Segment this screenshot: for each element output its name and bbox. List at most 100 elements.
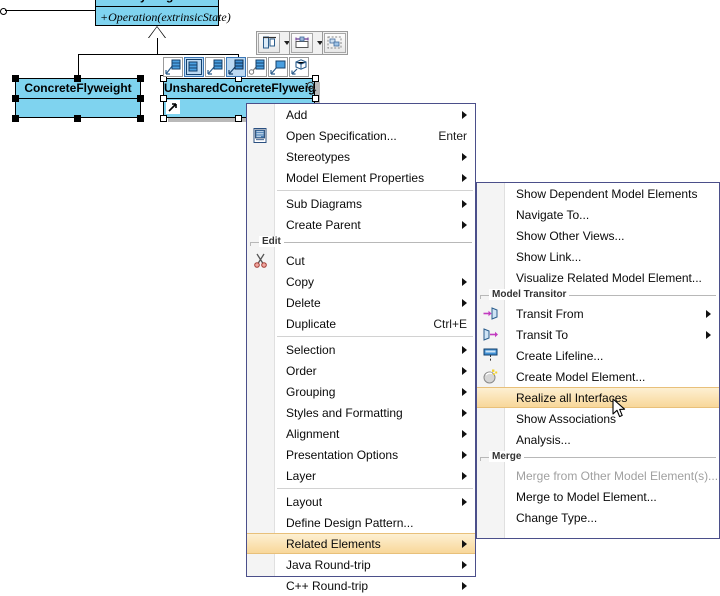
selection-handle[interactable] bbox=[12, 115, 19, 122]
menu-item-label: Presentation Options bbox=[286, 447, 399, 462]
menu-item-alignment[interactable]: Alignment bbox=[247, 423, 475, 444]
menu-item-transit-to[interactable]: Transit To bbox=[477, 324, 719, 345]
menu-item-layout[interactable]: Layout bbox=[247, 491, 475, 512]
association-to-resource-icon[interactable] bbox=[226, 57, 246, 77]
dependency-resource-icon[interactable] bbox=[247, 57, 267, 77]
menu-item-shortcut: Ctrl+E bbox=[433, 316, 467, 331]
menu-item-label: Transit To bbox=[516, 327, 569, 342]
selection-handle-secondary[interactable] bbox=[160, 115, 167, 122]
menu-item-label: Styles and Formatting bbox=[286, 405, 403, 420]
menu-item-label: Merge to Model Element... bbox=[516, 489, 657, 504]
menu-item-label: Grouping bbox=[286, 384, 336, 399]
menu-item-analysis[interactable]: Analysis... bbox=[477, 429, 719, 450]
menu-item-visualize-related-model-element[interactable]: Visualize Related Model Element... bbox=[477, 267, 719, 288]
menu-item-model-element-properties[interactable]: Model Element Properties bbox=[247, 167, 475, 188]
menu-item-show-dependent-model-elements[interactable]: Show Dependent Model Elements bbox=[477, 183, 719, 204]
menu-item-related-elements[interactable]: Related Elements bbox=[247, 533, 475, 554]
submenu-arrow-icon bbox=[462, 277, 467, 286]
menu-item-transit-from[interactable]: Transit From bbox=[477, 303, 719, 324]
selection-handle[interactable] bbox=[137, 75, 144, 82]
menu-item-label: Navigate To... bbox=[516, 207, 590, 222]
uml-class-flyweight[interactable]: Flyweight +Operation(extrinsicState) bbox=[95, 0, 231, 26]
menu-item-label: Sub Diagrams bbox=[286, 196, 363, 211]
menu-item-create-lifeline[interactable]: Create Lifeline... bbox=[477, 345, 719, 366]
menu-item-sub-diagrams[interactable]: Sub Diagrams bbox=[247, 193, 475, 214]
menu-item-grouping[interactable]: Grouping bbox=[247, 381, 475, 402]
menu-item-label: Create Model Element... bbox=[516, 369, 646, 384]
menu-item-presentation-options[interactable]: Presentation Options bbox=[247, 444, 475, 465]
selection-handle[interactable] bbox=[12, 75, 19, 82]
submenu-arrow-icon bbox=[706, 330, 711, 339]
menu-item-order[interactable]: Order bbox=[247, 360, 475, 381]
menu-item-delete[interactable]: Delete bbox=[247, 292, 475, 313]
menu-item-navigate-to[interactable]: Navigate To... bbox=[477, 204, 719, 225]
generalization-stem bbox=[157, 38, 158, 54]
menu-item-stereotypes[interactable]: Stereotypes bbox=[247, 146, 475, 167]
menu-item-cut[interactable]: Cut bbox=[247, 250, 475, 271]
menu-item-label: Delete bbox=[286, 295, 321, 310]
selection-handle-secondary[interactable] bbox=[312, 75, 319, 82]
menu-item-open-specification[interactable]: Open Specification... Enter bbox=[247, 125, 475, 146]
submenu-arrow-icon bbox=[462, 560, 467, 569]
generalization-resource-icon[interactable] bbox=[163, 57, 183, 77]
menu-item-merge-to-model-element[interactable]: Merge to Model Element... bbox=[477, 486, 719, 507]
select-related-toolbar[interactable] bbox=[322, 31, 348, 55]
selection-handle-secondary[interactable] bbox=[312, 95, 319, 102]
create-lifeline-icon bbox=[482, 347, 499, 364]
menu-item-create-model-element[interactable]: Create Model Element... bbox=[477, 366, 719, 387]
menu-group-model-transitor: Model Transitor bbox=[477, 288, 719, 303]
related-elements-submenu[interactable]: Show Dependent Model Elements Navigate To… bbox=[476, 182, 720, 539]
selection-handle[interactable] bbox=[74, 75, 81, 82]
association-from-resource-icon[interactable] bbox=[205, 57, 225, 77]
menu-item-merge-from-other-model-element-s[interactable]: Merge from Other Model Element(s)... bbox=[477, 465, 719, 486]
resource-centric-toolbar[interactable] bbox=[163, 57, 310, 77]
selection-handle[interactable] bbox=[74, 115, 81, 122]
menu-item-duplicate[interactable]: Duplicate Ctrl+E bbox=[247, 313, 475, 334]
menu-item-realize-all-interfaces[interactable]: Realize all Interfaces bbox=[477, 387, 719, 408]
menu-item-show-other-views[interactable]: Show Other Views... bbox=[477, 225, 719, 246]
uml-class-unsharedconcreteflyweight-name: UnsharedConcreteFlyweight bbox=[164, 79, 314, 99]
selection-handle-secondary[interactable] bbox=[235, 115, 242, 122]
menu-group-label: Model Transitor bbox=[489, 289, 570, 300]
context-menu-items: Add Open Specification... Enter Stereotypes… bbox=[247, 104, 475, 596]
menu-item-label: Create Parent bbox=[286, 217, 361, 232]
menu-item-styles-and-formatting[interactable]: Styles and Formatting bbox=[247, 402, 475, 423]
generalization-bar bbox=[78, 54, 238, 55]
menu-item-java-round-trip[interactable]: Java Round-trip bbox=[247, 554, 475, 575]
menu-item-label: Show Link... bbox=[516, 249, 582, 264]
menu-item-layer[interactable]: Layer bbox=[247, 465, 475, 486]
align-tool-button[interactable] bbox=[258, 33, 280, 53]
transit-from-icon bbox=[482, 305, 499, 322]
uml-class-concreteflyweight[interactable]: ConcreteFlyweight bbox=[15, 78, 141, 118]
note-resource-icon[interactable] bbox=[268, 57, 288, 77]
selection-handle-secondary[interactable] bbox=[160, 95, 167, 102]
submenu-arrow-icon bbox=[706, 309, 711, 318]
menu-item-copy[interactable]: Copy bbox=[247, 271, 475, 292]
submenu-arrow-icon bbox=[462, 497, 467, 506]
select-related-tool-button[interactable] bbox=[324, 33, 346, 53]
create-model-element-icon bbox=[482, 368, 499, 385]
menu-item-selection[interactable]: Selection bbox=[247, 339, 475, 360]
menu-item-show-associations[interactable]: Show Associations bbox=[477, 408, 719, 429]
menu-item-c-round-trip[interactable]: C++ Round-trip bbox=[247, 575, 475, 596]
menu-item-label: Transit From bbox=[516, 306, 584, 321]
package-resource-icon[interactable] bbox=[289, 57, 309, 77]
menu-item-label: Open Specification... bbox=[286, 128, 397, 143]
menu-item-change-type[interactable]: Change Type... bbox=[477, 507, 719, 528]
fit-size-tool-button[interactable] bbox=[291, 33, 313, 53]
generalization-arrow bbox=[149, 27, 165, 38]
menu-item-show-link[interactable]: Show Link... bbox=[477, 246, 719, 267]
menu-item-create-parent[interactable]: Create Parent bbox=[247, 214, 475, 235]
selection-handle[interactable] bbox=[137, 115, 144, 122]
selection-handle[interactable] bbox=[12, 95, 19, 102]
model-transitor-indicator-icon bbox=[166, 100, 180, 114]
menu-item-add[interactable]: Add bbox=[247, 104, 475, 125]
submenu-arrow-icon bbox=[462, 199, 467, 208]
selection-handle[interactable] bbox=[137, 95, 144, 102]
menu-item-label: Copy bbox=[286, 274, 315, 289]
uml-operation-label: +Operation(extrinsicState) bbox=[100, 10, 231, 24]
nested-class-resource-icon[interactable] bbox=[184, 57, 204, 77]
menu-item-define-design-pattern[interactable]: Define Design Pattern... bbox=[247, 512, 475, 533]
context-menu[interactable]: Add Open Specification... Enter Stereotypes… bbox=[246, 103, 476, 593]
uml-class-flyweight-name: Flyweight bbox=[96, 0, 218, 7]
